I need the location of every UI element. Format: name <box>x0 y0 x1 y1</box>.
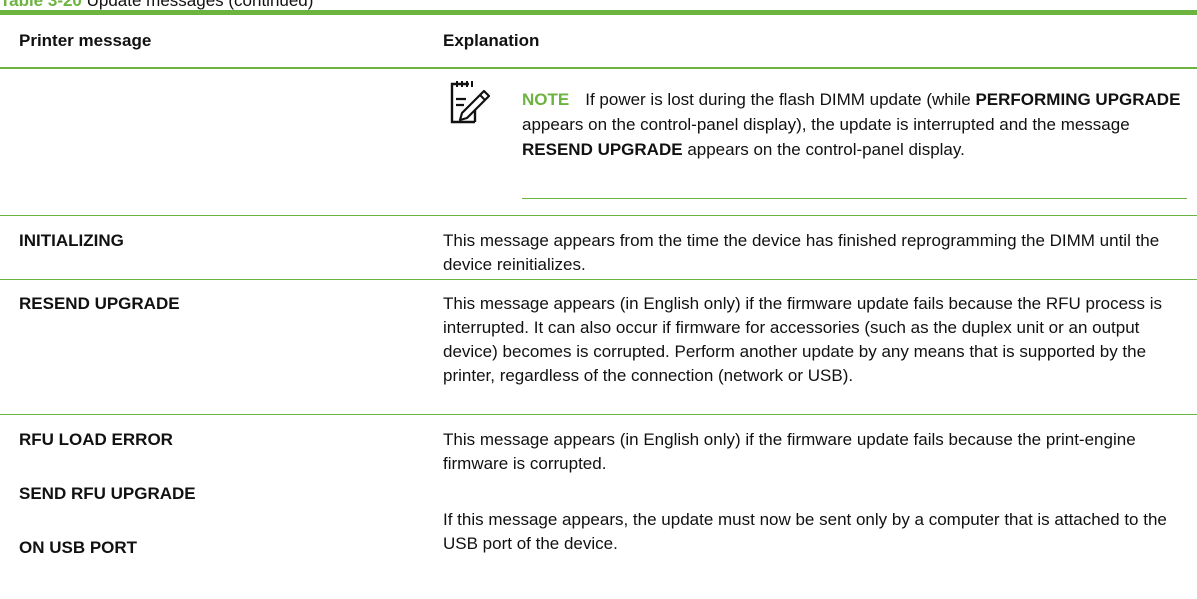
explanation-rfu-load-error: This message appears (in English only) i… <box>443 430 1136 473</box>
note-text-part: appears on the control-panel display), t… <box>522 115 1130 134</box>
note-text-part: If power is lost during the flash DIMM u… <box>585 90 976 109</box>
message-send-rfu-upgrade: SEND RFU UPGRADE <box>19 484 196 503</box>
explanation-initializing: This message appears from the time the d… <box>443 231 1160 274</box>
explanation-usb-port: If this message appears, the update must… <box>443 510 1167 553</box>
note-label: NOTE <box>522 90 570 109</box>
table-caption-title: Update messages (continued) <box>86 0 314 10</box>
note-bold-performing-upgrade: PERFORMING UPGRADE <box>975 90 1181 109</box>
note-text: NOTE If power is lost during the flash DI… <box>522 87 1187 162</box>
message-on-usb-port: ON USB PORT <box>19 538 138 557</box>
table-caption-label: Table 3-20 <box>0 0 82 10</box>
note-pencil-icon <box>450 81 491 124</box>
note-rule <box>522 198 1187 199</box>
row-rule <box>0 414 1197 415</box>
table-top-rule <box>0 10 1197 15</box>
explanation-resend-upgrade: This message appears (in English only) i… <box>443 294 1163 385</box>
header-rule <box>0 67 1197 69</box>
note-bold-resend-upgrade: RESEND UPGRADE <box>522 140 683 159</box>
message-rfu-load-error: RFU LOAD ERROR <box>19 430 173 449</box>
header-explanation: Explanation <box>443 31 540 50</box>
row-rule <box>0 215 1197 216</box>
row-rule <box>0 279 1197 280</box>
message-resend-upgrade: RESEND UPGRADE <box>19 294 180 313</box>
header-printer-message: Printer message <box>19 31 152 50</box>
note-text-part: appears on the control-panel display. <box>682 140 965 159</box>
message-initializing: INITIALIZING <box>19 231 124 250</box>
